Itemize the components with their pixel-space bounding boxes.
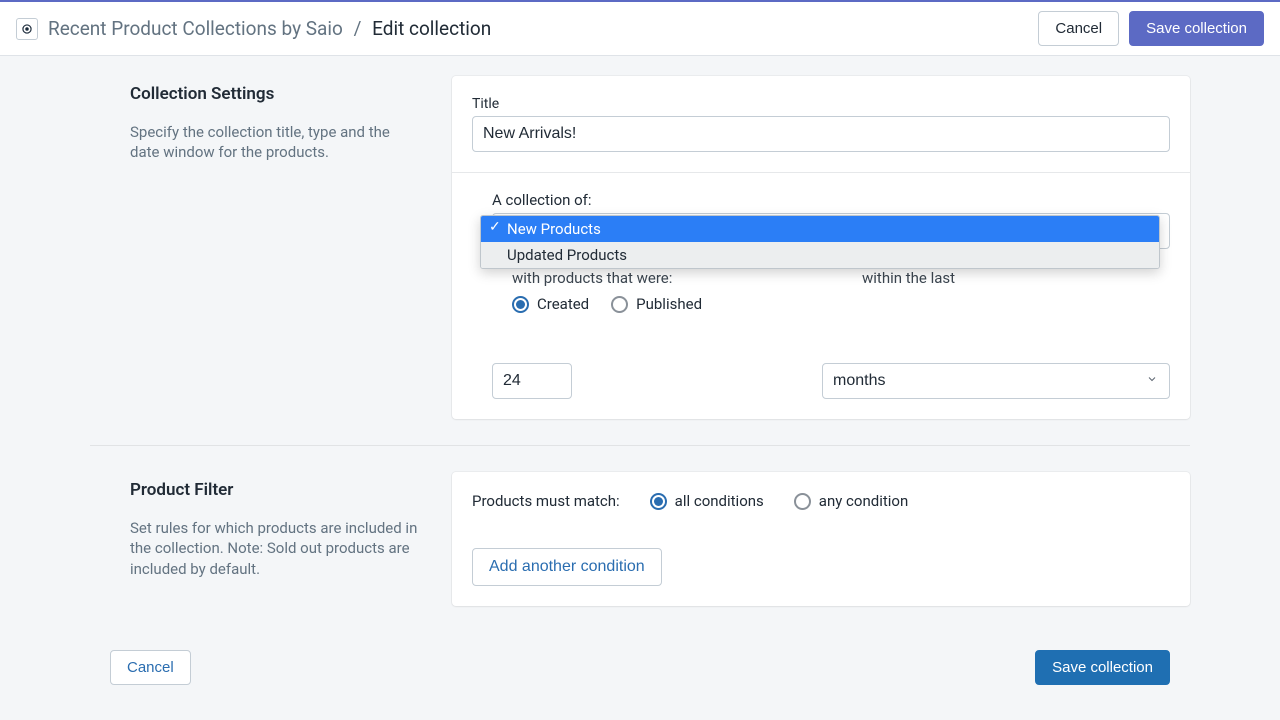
- title-label: Title: [472, 96, 1170, 112]
- breadcrumb-separator: /: [354, 17, 362, 40]
- collection-of-label: A collection of:: [492, 191, 1170, 209]
- duration-number-input[interactable]: [492, 363, 572, 399]
- match-label: Products must match:: [472, 492, 620, 510]
- app-icon: [16, 18, 38, 40]
- radio-all-label: all conditions: [675, 492, 764, 510]
- radio-published-circle: [611, 296, 628, 313]
- duration-unit-select[interactable]: [822, 363, 1170, 399]
- title-input[interactable]: [472, 116, 1170, 152]
- radio-created-circle: [512, 296, 529, 313]
- footer-cancel-button[interactable]: Cancel: [110, 650, 191, 685]
- section-filter-title: Product Filter: [130, 480, 422, 500]
- radio-created-label: Created: [537, 295, 589, 313]
- add-condition-button[interactable]: Add another condition: [472, 548, 662, 586]
- dropdown-option-updated-products[interactable]: Updated Products: [481, 242, 1159, 268]
- section-settings-title: Collection Settings: [130, 84, 422, 104]
- cancel-button[interactable]: Cancel: [1038, 11, 1119, 46]
- footer-save-button[interactable]: Save collection: [1035, 650, 1170, 685]
- section-settings-desc: Specify the collection title, type and t…: [130, 122, 422, 163]
- radio-published-label: Published: [636, 295, 702, 313]
- radio-created[interactable]: Created: [512, 295, 589, 313]
- duration-unit-value[interactable]: [822, 363, 1170, 399]
- radio-published[interactable]: Published: [611, 295, 702, 313]
- dropdown-option-new-products[interactable]: New Products: [481, 216, 1159, 242]
- within-last-label: within the last: [856, 269, 1170, 287]
- products-were-label: with products that were:: [512, 269, 826, 287]
- radio-any-circle: [794, 493, 811, 510]
- save-collection-button[interactable]: Save collection: [1129, 11, 1264, 46]
- section-filter-desc: Set rules for which products are include…: [130, 518, 422, 579]
- breadcrumb-app[interactable]: Recent Product Collections by Saio: [48, 17, 343, 40]
- radio-any-condition[interactable]: any condition: [794, 492, 908, 510]
- radio-all-conditions[interactable]: all conditions: [650, 492, 764, 510]
- radio-all-circle: [650, 493, 667, 510]
- breadcrumb-current: Edit collection: [372, 17, 491, 40]
- radio-any-label: any condition: [819, 492, 908, 510]
- collection-type-dropdown: New Products Updated Products: [480, 215, 1160, 269]
- breadcrumb: Recent Product Collections by Saio / Edi…: [48, 17, 491, 40]
